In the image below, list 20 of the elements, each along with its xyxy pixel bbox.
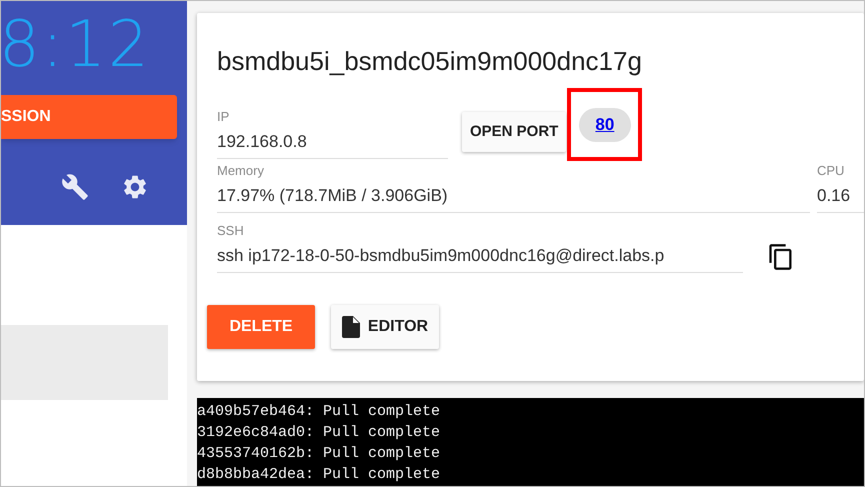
- editor-button[interactable]: EDITOR: [331, 305, 439, 349]
- field-label: CPU: [817, 163, 846, 179]
- terminal-line: 43553740162b: Pull complete: [197, 444, 442, 464]
- cpu-field[interactable]: 0.16: [817, 179, 864, 213]
- ip-field[interactable]: 192.168.0.8: [217, 125, 448, 159]
- terminal-line: d8b8bba42dea: Pull complete: [197, 465, 442, 485]
- settings-icon[interactable]: [121, 173, 149, 201]
- timer: 8:12: [1, 10, 151, 80]
- instance-title: bsmdbu5i_bsmdc05im9m000dnc17g: [217, 45, 643, 78]
- port-link[interactable]: 80: [578, 108, 631, 142]
- field-label: SSH: [217, 223, 245, 239]
- wrench-icon[interactable]: [61, 173, 89, 201]
- ssh-field[interactable]: ssh ip172-18-0-50-bsmdbu5im9m000dnc16g@direct.labs.p: [217, 239, 743, 273]
- field-label: Memory: [217, 163, 265, 179]
- terminal-line: 3192e6c84ad0: Pull complete: [197, 423, 442, 443]
- terminal-line: a409b57eb464: Pull complete: [197, 402, 442, 422]
- file-icon: [342, 316, 360, 338]
- open-port-button[interactable]: OPEN PORT: [462, 112, 566, 152]
- field-label: IP: [217, 109, 230, 125]
- memory-field[interactable]: 17.97% (718.7MiB / 3.906GiB): [217, 179, 810, 213]
